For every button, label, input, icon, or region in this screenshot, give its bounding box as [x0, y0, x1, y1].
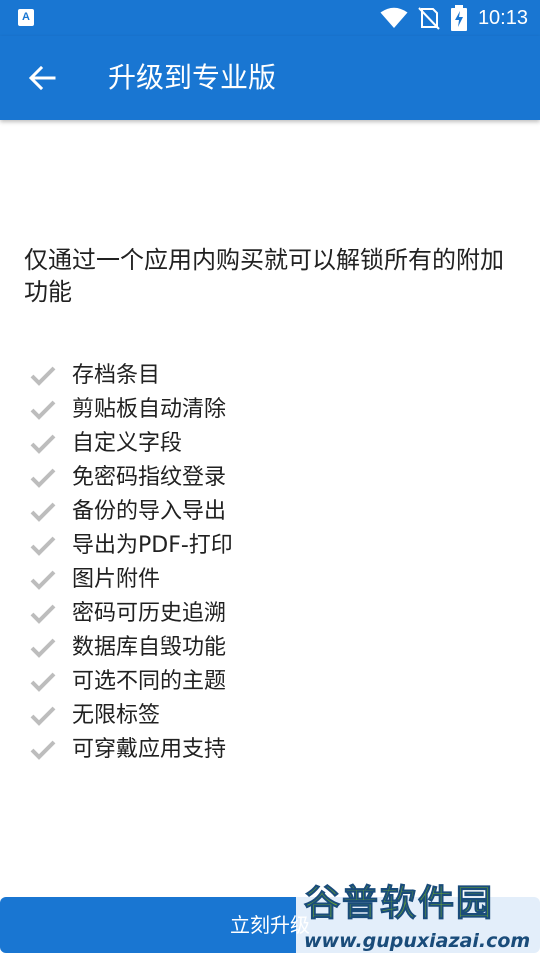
check-icon	[30, 400, 56, 420]
watermark-url: www.gupuxiazai.com	[304, 930, 531, 952]
feature-item: 存档条目	[30, 359, 233, 393]
feature-item: 图片附件	[30, 563, 233, 597]
arrow-left-icon	[28, 65, 56, 91]
feature-label: 备份的导入导出	[72, 499, 227, 524]
feature-item: 可穿戴应用支持	[30, 733, 233, 767]
feature-item: 备份的导入导出	[30, 495, 233, 529]
app-notification-letter: A	[22, 11, 30, 23]
feature-label: 数据库自毁功能	[72, 635, 227, 660]
check-icon	[30, 502, 56, 522]
no-sim-icon	[418, 7, 440, 30]
feature-label: 自定义字段	[72, 431, 183, 456]
app-bar: 升级到专业版	[0, 36, 540, 120]
check-icon	[30, 672, 56, 692]
check-icon	[30, 706, 56, 726]
watermark: 谷普软件园 www.gupuxiazai.com	[296, 876, 540, 960]
intro-text: 仅通过一个应用内购买就可以解锁所有的附加功能	[24, 246, 504, 306]
feature-item: 数据库自毁功能	[30, 631, 233, 665]
feature-item: 可选不同的主题	[30, 665, 233, 699]
feature-label: 无限标签	[72, 703, 161, 728]
check-icon	[30, 366, 56, 386]
feature-item: 自定义字段	[30, 427, 233, 461]
check-icon	[30, 604, 56, 624]
app-notification-icon: A	[18, 9, 34, 26]
feature-item: 密码可历史追溯	[30, 597, 233, 631]
feature-label: 密码可历史追溯	[72, 601, 227, 626]
back-button[interactable]	[18, 54, 66, 102]
feature-item: 导出为PDF-打印	[30, 529, 233, 563]
feature-label: 可穿戴应用支持	[72, 737, 227, 762]
feature-list: 存档条目 剪贴板自动清除 自定义字段 免密码指纹登录 备份的导入导出 导出为PD…	[30, 359, 233, 767]
wifi-icon	[380, 7, 408, 28]
check-icon	[30, 536, 56, 556]
status-icons: 10:13	[380, 0, 528, 36]
feature-label: 导出为PDF-打印	[72, 533, 233, 558]
feature-item: 无限标签	[30, 699, 233, 733]
feature-label: 图片附件	[72, 567, 161, 592]
feature-item: 免密码指纹登录	[30, 461, 233, 495]
page-title: 升级到专业版	[108, 61, 277, 94]
check-icon	[30, 468, 56, 488]
check-icon	[30, 434, 56, 454]
check-icon	[30, 570, 56, 590]
check-icon	[30, 638, 56, 658]
check-icon	[30, 740, 56, 760]
feature-label: 存档条目	[72, 363, 161, 388]
watermark-title: 谷普软件园	[303, 883, 495, 925]
feature-label: 可选不同的主题	[72, 669, 227, 694]
feature-label: 剪贴板自动清除	[72, 397, 227, 422]
battery-charging-icon	[450, 5, 467, 31]
feature-item: 剪贴板自动清除	[30, 393, 233, 427]
status-time: 10:13	[477, 7, 528, 29]
status-bar: A 10:13	[0, 0, 540, 36]
feature-label: 免密码指纹登录	[72, 465, 227, 490]
